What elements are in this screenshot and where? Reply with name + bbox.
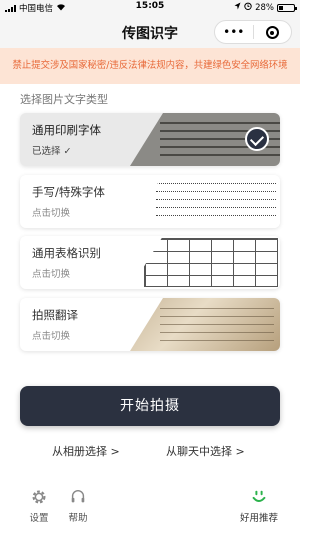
alarm-icon bbox=[244, 2, 252, 13]
translate-sample-image bbox=[130, 298, 280, 351]
handwriting-sample-image bbox=[130, 175, 280, 228]
type-card-table[interactable]: 通用表格识别 点击切换 bbox=[20, 236, 280, 289]
type-status: 点击切换 bbox=[32, 208, 71, 219]
tab-recommend[interactable]: 好用推荐 bbox=[236, 488, 282, 524]
type-card-handwriting[interactable]: 手写/特殊字体 点击切换 bbox=[20, 175, 280, 228]
type-card-printed[interactable]: 通用印刷字体 已选择 ✓ bbox=[20, 113, 280, 166]
selected-check-icon bbox=[245, 127, 269, 151]
tab-label: 帮助 bbox=[68, 513, 88, 524]
type-status: 已选择 ✓ bbox=[32, 146, 72, 157]
type-name: 通用表格识别 bbox=[32, 246, 101, 260]
warning-banner: 禁止提交涉及国家秘密/违反法律法规内容，共建绿色安全网络环境 bbox=[0, 48, 300, 84]
close-target-icon bbox=[265, 26, 279, 39]
tab-settings[interactable]: 设置 bbox=[26, 488, 52, 524]
gear-icon bbox=[32, 490, 46, 504]
status-bar: 中国电信 15:05 28% bbox=[0, 0, 300, 14]
battery-icon bbox=[277, 3, 297, 12]
type-name: 通用印刷字体 bbox=[32, 123, 101, 137]
tab-label: 好用推荐 bbox=[239, 513, 278, 524]
type-status: 点击切换 bbox=[32, 331, 71, 342]
type-card-translate[interactable]: 拍照翻译 点击切换 bbox=[20, 298, 280, 351]
tab-bar: 设置 帮助 好用推荐 bbox=[0, 488, 300, 533]
from-chat-link[interactable]: 从聊天中选择 > bbox=[166, 443, 245, 459]
smile-icon bbox=[252, 490, 266, 503]
table-sample-image bbox=[130, 236, 280, 289]
from-album-link[interactable]: 从相册选择 > bbox=[52, 443, 120, 459]
section-label: 选择图片文字类型 bbox=[20, 93, 108, 106]
mini-program-capsule: ••• bbox=[214, 20, 292, 44]
type-name: 手写/特殊字体 bbox=[32, 185, 105, 199]
close-button[interactable] bbox=[254, 21, 292, 43]
battery-percent: 28% bbox=[255, 2, 274, 13]
type-name: 拍照翻译 bbox=[32, 308, 78, 322]
headset-icon bbox=[71, 490, 85, 503]
tab-help[interactable]: 帮助 bbox=[65, 488, 91, 524]
tab-label: 设置 bbox=[29, 513, 49, 524]
nav-bar: 传图识字 ••• bbox=[0, 14, 300, 48]
more-button[interactable]: ••• bbox=[215, 21, 253, 43]
type-status: 点击切换 bbox=[32, 269, 71, 280]
location-icon bbox=[234, 2, 241, 13]
start-capture-button[interactable]: 开始拍摄 bbox=[20, 386, 280, 426]
